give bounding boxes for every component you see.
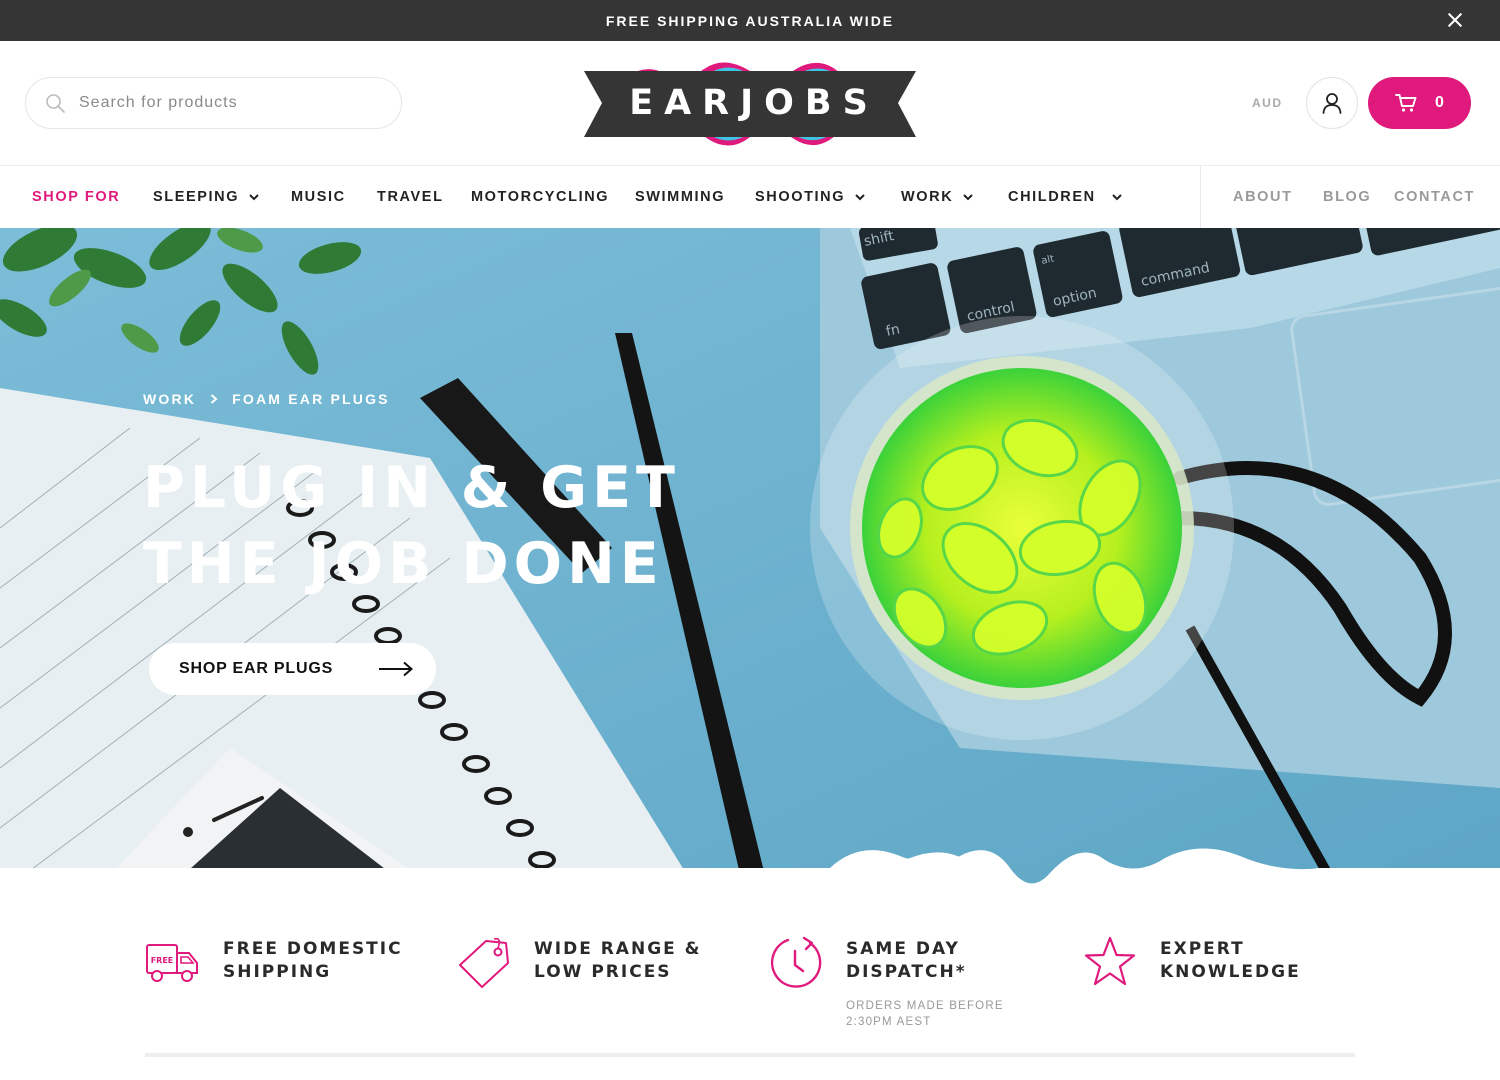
feature-text: FREE DOMESTIC SHIPPING (223, 935, 403, 991)
search-input[interactable] (79, 94, 379, 112)
search-bar[interactable] (25, 77, 402, 129)
feature-expert-knowledge: EXPERT KNOWLEDGE (1082, 935, 1301, 991)
feature-text: WIDE RANGE & LOW PRICES (534, 935, 702, 991)
arrow-right-icon (379, 661, 414, 677)
site-header: EARJOBS AUD 0 (0, 41, 1500, 166)
feature-title-line: WIDE RANGE & (534, 939, 702, 959)
feature-title-line: LOW PRICES (534, 962, 672, 982)
nav-shop-for: SHOP FOR (32, 189, 121, 205)
feature-text: EXPERT KNOWLEDGE (1160, 935, 1301, 991)
logo-text: EARJOBS (629, 83, 879, 123)
nav-link-contact[interactable]: CONTACT (1394, 189, 1475, 205)
nav-item-label: WORK (901, 189, 954, 205)
feature-title-line: EXPERT (1160, 939, 1245, 959)
hero-title-line: PLUG IN & GET (143, 455, 680, 521)
breadcrumb-work[interactable]: WORK (143, 391, 196, 407)
clock-icon (770, 936, 822, 988)
cart-count: 0 (1435, 94, 1444, 111)
hero-button-label: SHOP EAR PLUGS (179, 660, 334, 677)
chevron-down-icon (855, 193, 865, 200)
feature-wide-range: WIDE RANGE & LOW PRICES (456, 935, 702, 991)
nav-item-label: TRAVEL (377, 189, 444, 205)
hero-banner: shift fn control alt option command WORK… (0, 228, 1500, 896)
nav-item-work[interactable]: WORK (901, 189, 974, 205)
star-icon (1084, 936, 1136, 986)
free-badge-text: FREE (151, 956, 174, 965)
chevron-down-icon (963, 193, 974, 200)
nav-item-music[interactable]: MUSIC (291, 189, 346, 205)
cart-button[interactable]: 0 (1368, 77, 1471, 129)
feature-free-shipping: FREE FREE DOMESTIC SHIPPING (145, 935, 403, 991)
announcement-bar: FREE SHIPPING AUSTRALIA WIDE (0, 0, 1500, 41)
user-icon (1322, 93, 1342, 114)
cart-icon (1395, 94, 1417, 112)
chevron-right-icon (210, 394, 218, 404)
search-icon (46, 94, 65, 113)
feature-title: WIDE RANGE & LOW PRICES (534, 938, 702, 984)
section-divider (145, 1053, 1355, 1057)
nav-link-blog[interactable]: BLOG (1323, 189, 1371, 205)
nav-item-shooting[interactable]: SHOOTING (755, 189, 865, 205)
chevron-down-icon (249, 193, 259, 200)
nav-item-label: SLEEPING (153, 189, 240, 205)
feature-title: SAME DAY DISPATCH* (846, 938, 1016, 984)
nav-link-about[interactable]: ABOUT (1233, 189, 1293, 205)
nav-item-label: SWIMMING (635, 189, 726, 205)
feature-title: FREE DOMESTIC SHIPPING (223, 938, 403, 984)
chevron-down-icon (1112, 193, 1122, 200)
shop-ear-plugs-button[interactable]: SHOP EAR PLUGS (149, 643, 436, 695)
nav-item-label: MOTORCYCLING (471, 189, 610, 205)
announcement-text: FREE SHIPPING AUSTRALIA WIDE (605, 12, 895, 29)
breadcrumb: WORK FOAM EAR PLUGS (143, 391, 390, 407)
feature-title-line: SHIPPING (223, 962, 332, 982)
breadcrumb-foam-ear-plugs[interactable]: FOAM EAR PLUGS (232, 391, 390, 407)
feature-same-day-dispatch: SAME DAY DISPATCH* ORDERS MADE BEFORE 2:… (768, 935, 1016, 1030)
nav-item-label: MUSIC (291, 189, 346, 205)
nav-item-motorcycling[interactable]: MOTORCYCLING (471, 189, 609, 205)
nav-item-sleeping[interactable]: SLEEPING (153, 189, 259, 205)
nav-item-children[interactable]: CHILDREN (1008, 189, 1122, 205)
logo[interactable]: EARJOBS (584, 57, 916, 149)
nav-item-label: CHILDREN (1008, 189, 1096, 205)
main-navigation: SHOP FOR SLEEPING MUSIC TRAVEL MOTORCYCL… (0, 166, 1500, 228)
feature-title-line: FREE DOMESTIC (223, 939, 403, 959)
close-icon[interactable] (1446, 11, 1464, 29)
nav-item-swimming[interactable]: SWIMMING (635, 189, 725, 205)
nav-item-label: SHOOTING (755, 189, 846, 205)
nav-divider (1200, 166, 1201, 228)
feature-text: SAME DAY DISPATCH* ORDERS MADE BEFORE 2:… (846, 935, 1016, 1030)
hero-title: PLUG IN & GET THE JOB DONE (143, 450, 680, 602)
hero-title-line: THE JOB DONE (143, 531, 664, 597)
delivery-truck-icon: FREE (146, 944, 198, 982)
price-tag-icon (459, 937, 509, 988)
feature-title-line: DISPATCH* (846, 962, 967, 982)
currency-selector[interactable]: AUD (1252, 96, 1283, 110)
account-button[interactable] (1306, 77, 1358, 129)
feature-title: EXPERT KNOWLEDGE (1160, 938, 1301, 984)
feature-title-line: KNOWLEDGE (1160, 962, 1301, 982)
feature-note: ORDERS MADE BEFORE 2:30PM AEST (846, 1000, 1004, 1028)
nav-item-travel[interactable]: TRAVEL (377, 189, 444, 205)
feature-title-line: SAME DAY (846, 939, 960, 959)
